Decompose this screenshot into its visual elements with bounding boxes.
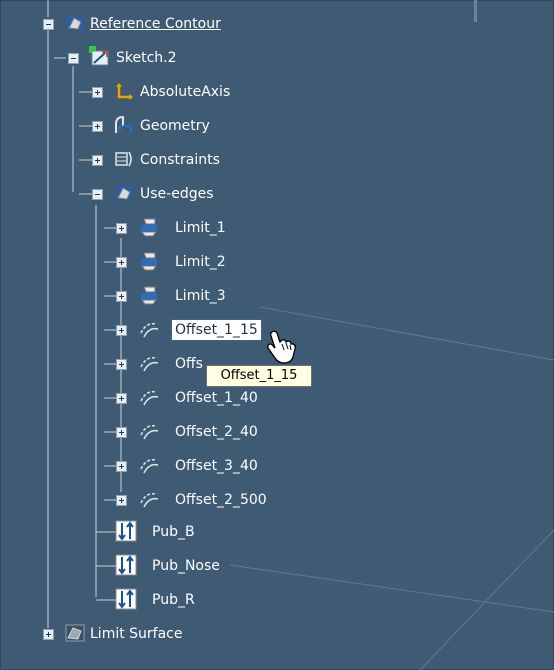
tree-label[interactable]: Pub_Nose: [152, 556, 220, 576]
collapse-toggle[interactable]: [92, 189, 103, 200]
tree-node-limit[interactable]: Limit_1: [0, 216, 300, 240]
axis-icon: [113, 80, 135, 102]
tree-node-publication[interactable]: Pub_R: [0, 588, 300, 612]
part-body-icon: [64, 12, 86, 34]
collapse-toggle[interactable]: [43, 19, 54, 30]
expand-toggle[interactable]: [116, 257, 127, 268]
sketch-icon: [89, 46, 111, 68]
tree-node-limit[interactable]: Limit_2: [0, 250, 300, 274]
hand-cursor-icon: [267, 330, 296, 364]
publication-icon: [115, 520, 137, 542]
offset-curve-icon: [138, 420, 160, 442]
expand-toggle[interactable]: [43, 629, 54, 640]
tree-label-selected[interactable]: Offset_1_15: [171, 319, 262, 341]
expand-toggle[interactable]: [116, 223, 127, 234]
expand-toggle[interactable]: [116, 427, 127, 438]
tree-label[interactable]: Sketch.2: [116, 48, 177, 68]
tree-node-use-edges[interactable]: Use-edges: [0, 182, 300, 206]
tree-label[interactable]: Limit_3: [175, 286, 226, 306]
tree-label[interactable]: Use-edges: [140, 184, 214, 204]
tooltip: Offset_1_15: [206, 365, 312, 387]
expand-toggle[interactable]: [116, 291, 127, 302]
limit-icon: [138, 216, 160, 238]
tree-label[interactable]: Offset_2_40: [175, 422, 258, 442]
offset-curve-icon: [138, 318, 160, 340]
publication-icon: [115, 588, 137, 610]
tree-node-reference-contour[interactable]: Reference Contour: [0, 12, 300, 36]
tree-label[interactable]: AbsoluteAxis: [140, 82, 230, 102]
tree-label[interactable]: Limit Surface: [90, 624, 183, 644]
tree-label[interactable]: Constraints: [140, 150, 220, 170]
collapse-toggle[interactable]: [68, 53, 79, 64]
expand-toggle[interactable]: [92, 121, 103, 132]
tree-node-publication[interactable]: Pub_B: [0, 520, 300, 544]
tree-node-publication[interactable]: Pub_Nose: [0, 554, 300, 578]
tree-label[interactable]: Geometry: [140, 116, 210, 136]
surface-icon: [64, 622, 86, 644]
tree-node-limit-surface[interactable]: Limit Surface: [0, 622, 300, 646]
tree-label[interactable]: Pub_R: [152, 590, 195, 610]
expand-toggle[interactable]: [92, 87, 103, 98]
constraint-icon: [113, 148, 135, 170]
offset-curve-icon: [138, 386, 160, 408]
geometry-icon: [113, 114, 135, 136]
expand-toggle[interactable]: [116, 393, 127, 404]
part-body-icon: [113, 182, 135, 204]
tree-label[interactable]: Limit_2: [175, 252, 226, 272]
tree-node-offset-selected[interactable]: Offset_1_15: [0, 318, 300, 342]
tree-node-limit[interactable]: Limit_3: [0, 284, 300, 308]
publication-icon: [115, 554, 137, 576]
offset-curve-icon: [138, 454, 160, 476]
limit-icon: [138, 250, 160, 272]
tree-label[interactable]: Offs: [175, 354, 203, 374]
tree-node-absolute-axis[interactable]: AbsoluteAxis: [0, 80, 300, 104]
expand-toggle[interactable]: [92, 155, 103, 166]
expand-toggle[interactable]: [116, 359, 127, 370]
expand-toggle[interactable]: [116, 325, 127, 336]
tree-node-sketch[interactable]: Sketch.2: [0, 46, 300, 70]
tree-node-offset[interactable]: Offset_2_500: [0, 488, 300, 512]
offset-curve-icon: [138, 352, 160, 374]
expand-toggle[interactable]: [116, 461, 127, 472]
offset-curve-icon: [138, 488, 160, 510]
tree-label[interactable]: Reference Contour: [90, 14, 221, 34]
tree-label[interactable]: Limit_1: [175, 218, 226, 238]
tree-node-offset[interactable]: Offset_1_40: [0, 386, 300, 410]
tree-node-geometry[interactable]: Geometry: [0, 114, 300, 138]
expand-toggle[interactable]: [116, 495, 127, 506]
tree-label[interactable]: Offset_1_40: [175, 388, 258, 408]
tree-label[interactable]: Pub_B: [152, 522, 195, 542]
tree-node-offset[interactable]: Offset_3_40: [0, 454, 300, 478]
tree-label[interactable]: Offset_2_500: [175, 490, 267, 510]
limit-icon: [138, 284, 160, 306]
tree-label[interactable]: Offset_3_40: [175, 456, 258, 476]
tree-node-offset[interactable]: Offset_2_40: [0, 420, 300, 444]
tree-node-constraints[interactable]: Constraints: [0, 148, 300, 172]
